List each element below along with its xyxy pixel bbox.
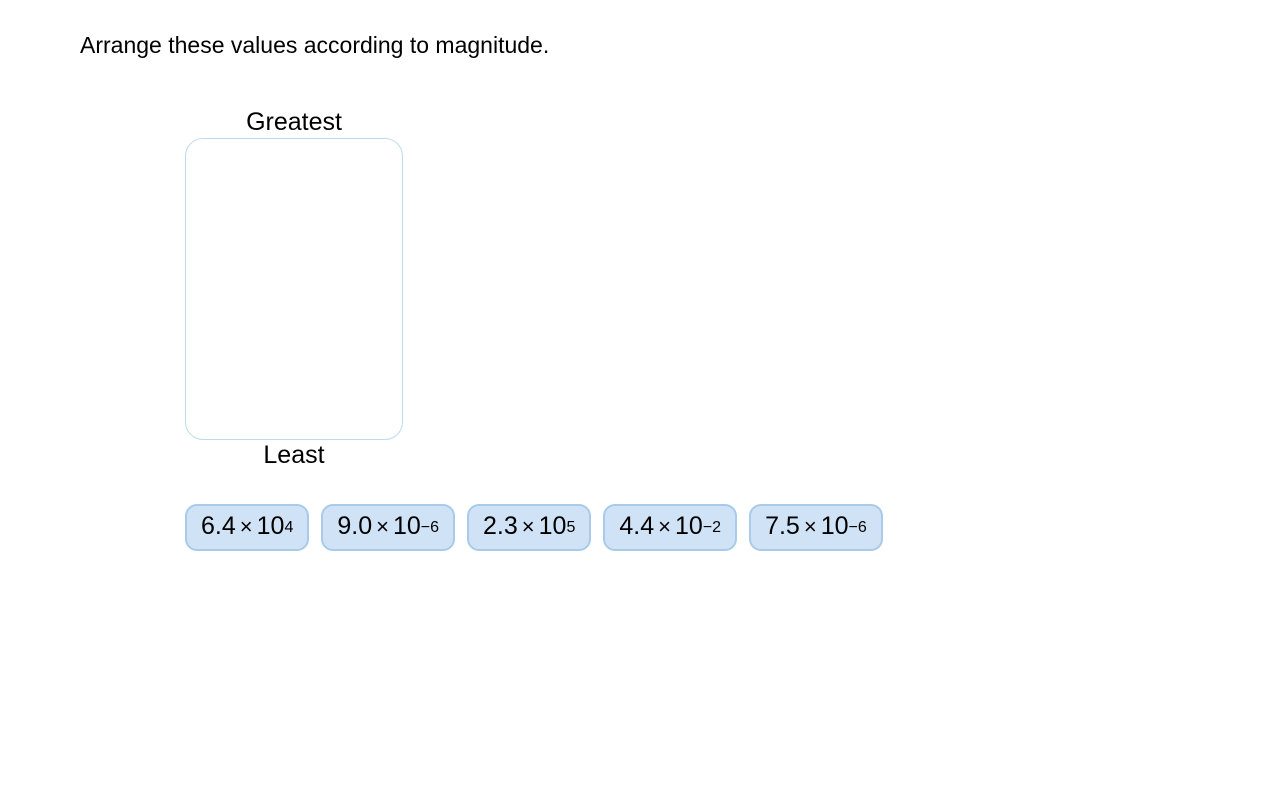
tile-value[interactable]: 9.0 × 10 −6 [321, 504, 455, 551]
tile-exp: −6 [849, 519, 867, 537]
tile-base: 10 [675, 512, 703, 541]
tile-base: 10 [539, 512, 567, 541]
tile-exp: 5 [566, 519, 575, 537]
times-icon: × [658, 514, 671, 540]
tile-base: 10 [821, 512, 849, 541]
tile-base: 10 [257, 512, 285, 541]
label-greatest: Greatest [246, 108, 342, 137]
times-icon: × [240, 514, 253, 540]
tile-coef: 4.4 [619, 512, 654, 541]
sort-container: Greatest Least [185, 108, 403, 470]
label-least: Least [263, 441, 324, 470]
tile-exp: −6 [421, 519, 439, 537]
tile-coef: 9.0 [337, 512, 372, 541]
instruction-text: Arrange these values according to magnit… [80, 32, 549, 59]
tile-exp: −2 [703, 519, 721, 537]
times-icon: × [804, 514, 817, 540]
drop-zone[interactable] [185, 138, 403, 440]
tile-coef: 2.3 [483, 512, 518, 541]
times-icon: × [522, 514, 535, 540]
tile-exp: 4 [284, 519, 293, 537]
tile-coef: 7.5 [765, 512, 800, 541]
tile-base: 10 [393, 512, 421, 541]
tile-value[interactable]: 7.5 × 10 −6 [749, 504, 883, 551]
tile-value[interactable]: 4.4 × 10 −2 [603, 504, 737, 551]
times-icon: × [376, 514, 389, 540]
tile-value[interactable]: 6.4 × 10 4 [185, 504, 309, 551]
tiles-row: 6.4 × 10 4 9.0 × 10 −6 2.3 × 10 5 4.4 × … [185, 504, 883, 551]
tile-coef: 6.4 [201, 512, 236, 541]
tile-value[interactable]: 2.3 × 10 5 [467, 504, 591, 551]
